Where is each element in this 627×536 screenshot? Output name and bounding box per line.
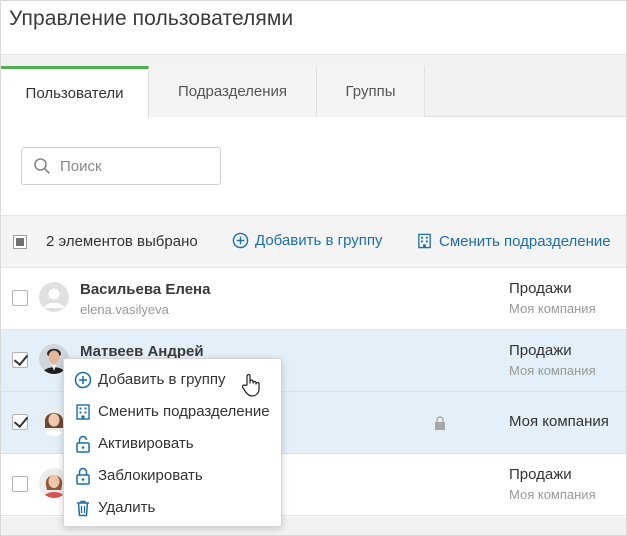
user-department: Продажи [509, 342, 572, 359]
row-checkbox[interactable] [12, 414, 28, 430]
row-checkbox[interactable] [12, 290, 28, 306]
tab-users[interactable]: Пользователи [1, 66, 149, 118]
building-icon [418, 233, 431, 249]
table-row[interactable]: Васильева Елена elena.vasilyeva Продажи … [1, 268, 626, 330]
tab-groups[interactable]: Группы [317, 66, 425, 117]
row-checkbox[interactable] [12, 476, 28, 492]
lock-icon [435, 416, 445, 430]
user-department: Моя компания [509, 413, 609, 430]
user-login: elena.vasilyeva [80, 302, 169, 317]
add-to-group-label: Добавить в группу [255, 232, 383, 249]
menu-item-change-department[interactable]: Сменить подразделение [64, 396, 281, 428]
trash-icon [77, 500, 89, 517]
search-icon [34, 158, 50, 174]
hand-cursor-icon [241, 373, 260, 397]
header-divider [1, 54, 626, 66]
user-company: Моя компания [509, 487, 596, 502]
user-department: Продажи [509, 280, 572, 297]
select-all-checkbox[interactable] [13, 235, 27, 249]
menu-item-label: Добавить в группу [98, 371, 226, 388]
page-title: Управление пользователями [9, 7, 294, 30]
tab-bar: Пользователи Подразделения Группы [1, 66, 626, 118]
search-input[interactable] [60, 148, 210, 184]
menu-item-label: Активировать [98, 435, 194, 452]
plus-circle-icon [74, 371, 92, 389]
change-department-label: Сменить подразделение [439, 232, 611, 250]
menu-item-label: Заблокировать [98, 467, 203, 484]
building-icon [76, 404, 90, 420]
menu-item-activate[interactable]: Активировать [64, 428, 281, 460]
row-checkbox[interactable] [12, 352, 28, 368]
bulk-action-bar: 2 элементов выбрано Добавить в группу См… [1, 215, 626, 268]
menu-item-block[interactable]: Заблокировать [64, 460, 281, 492]
user-department: Продажи [509, 466, 572, 483]
menu-item-label: Сменить подразделение [98, 403, 270, 420]
user-name[interactable]: Васильева Елена [80, 281, 210, 298]
menu-item-label: Удалить [98, 499, 156, 516]
user-company: Моя компания [509, 301, 596, 316]
avatar [39, 282, 69, 312]
add-to-group-button[interactable]: Добавить в группу [232, 232, 383, 249]
user-company: Моя компания [509, 363, 596, 378]
plus-circle-icon [232, 232, 249, 249]
tab-departments[interactable]: Подразделения [149, 66, 317, 117]
unlock-icon [76, 435, 90, 453]
change-department-button[interactable]: Сменить подразделение [416, 232, 611, 250]
menu-item-delete[interactable]: Удалить [64, 492, 281, 524]
search-box [21, 147, 221, 185]
selected-count: 2 элементов выбрано [46, 233, 198, 250]
lock-icon [76, 467, 90, 485]
user-management-window: Управление пользователями Пользователи П… [0, 0, 627, 536]
